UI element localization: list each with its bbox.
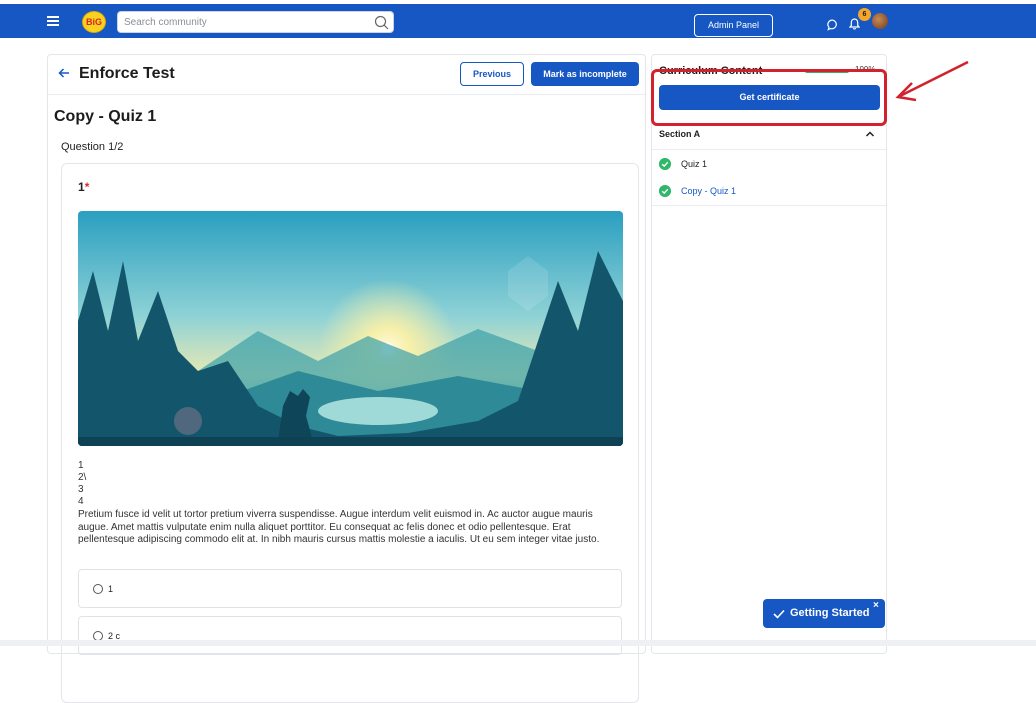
back-arrow-icon[interactable] xyxy=(58,67,70,79)
question-line: 4 xyxy=(78,496,84,507)
search-bar[interactable] xyxy=(117,11,394,33)
section-name: Section A xyxy=(659,129,701,139)
chevron-up-icon[interactable] xyxy=(865,130,875,138)
admin-panel-button[interactable]: Admin Panel xyxy=(694,14,773,37)
question-counter: Question 1/2 xyxy=(61,141,124,153)
curriculum-sidebar: Curriculum Content 100% Get certificate … xyxy=(651,54,887,654)
getting-started-widget[interactable]: Getting Started × xyxy=(763,599,885,628)
lesson-content-card: Enforce Test Previous Mark as incomplete… xyxy=(47,54,646,703)
annotation-highlight-box xyxy=(651,69,887,126)
notification-bell-icon[interactable] xyxy=(849,18,860,30)
mark-as-incomplete-button[interactable]: Mark as incomplete xyxy=(531,62,639,86)
question-line: 1 xyxy=(78,460,84,471)
chat-bubble-icon[interactable] xyxy=(827,19,839,31)
section-header[interactable]: Section A xyxy=(652,123,886,150)
lesson-header: Enforce Test Previous Mark as incomplete xyxy=(48,55,645,95)
required-asterisk: * xyxy=(84,180,90,194)
question-description: Pretium fusce id velit ut tortor pretium… xyxy=(78,509,600,545)
previous-button[interactable]: Previous xyxy=(460,62,524,86)
question-number-text: 1 xyxy=(78,180,85,194)
check-circle-icon xyxy=(659,158,671,170)
question-image xyxy=(78,211,623,446)
option-radio[interactable] xyxy=(93,584,103,594)
question-number: 1* xyxy=(78,180,89,194)
hamburger-menu-icon[interactable] xyxy=(47,16,59,26)
question-line: 3 xyxy=(78,484,84,495)
bottom-scroll-area xyxy=(0,640,1036,646)
question-line: 2\ xyxy=(78,472,87,483)
quiz-title: Copy - Quiz 1 xyxy=(54,108,157,125)
user-avatar[interactable] xyxy=(872,13,888,29)
search-input[interactable] xyxy=(124,12,364,32)
option-label: 1 xyxy=(108,584,114,594)
question-lines: 1 2\ 3 4 xyxy=(78,460,86,508)
lesson-label: Quiz 1 xyxy=(681,159,708,169)
answer-option[interactable]: 1 xyxy=(78,569,622,608)
community-logo[interactable]: BiG xyxy=(82,11,106,33)
annotation-arrow xyxy=(895,60,969,102)
getting-started-label: Getting Started xyxy=(790,607,870,619)
answer-option[interactable]: 2 c xyxy=(78,616,622,655)
check-icon xyxy=(773,609,785,619)
notification-count-badge: 6 xyxy=(858,8,871,21)
check-circle-icon xyxy=(659,185,671,197)
course-title: Enforce Test xyxy=(79,65,175,82)
sidebar-lesson-item-active[interactable]: Copy - Quiz 1 xyxy=(652,178,886,205)
question-card: 1* 1 2\ 3 4 Pretium fusce id velit ut to… xyxy=(61,163,639,703)
lesson-list-divider xyxy=(652,205,886,206)
sidebar-lesson-item[interactable]: Quiz 1 xyxy=(652,151,886,178)
search-icon[interactable] xyxy=(374,15,389,30)
lesson-label: Copy - Quiz 1 xyxy=(681,186,737,196)
close-icon[interactable]: × xyxy=(873,601,879,611)
